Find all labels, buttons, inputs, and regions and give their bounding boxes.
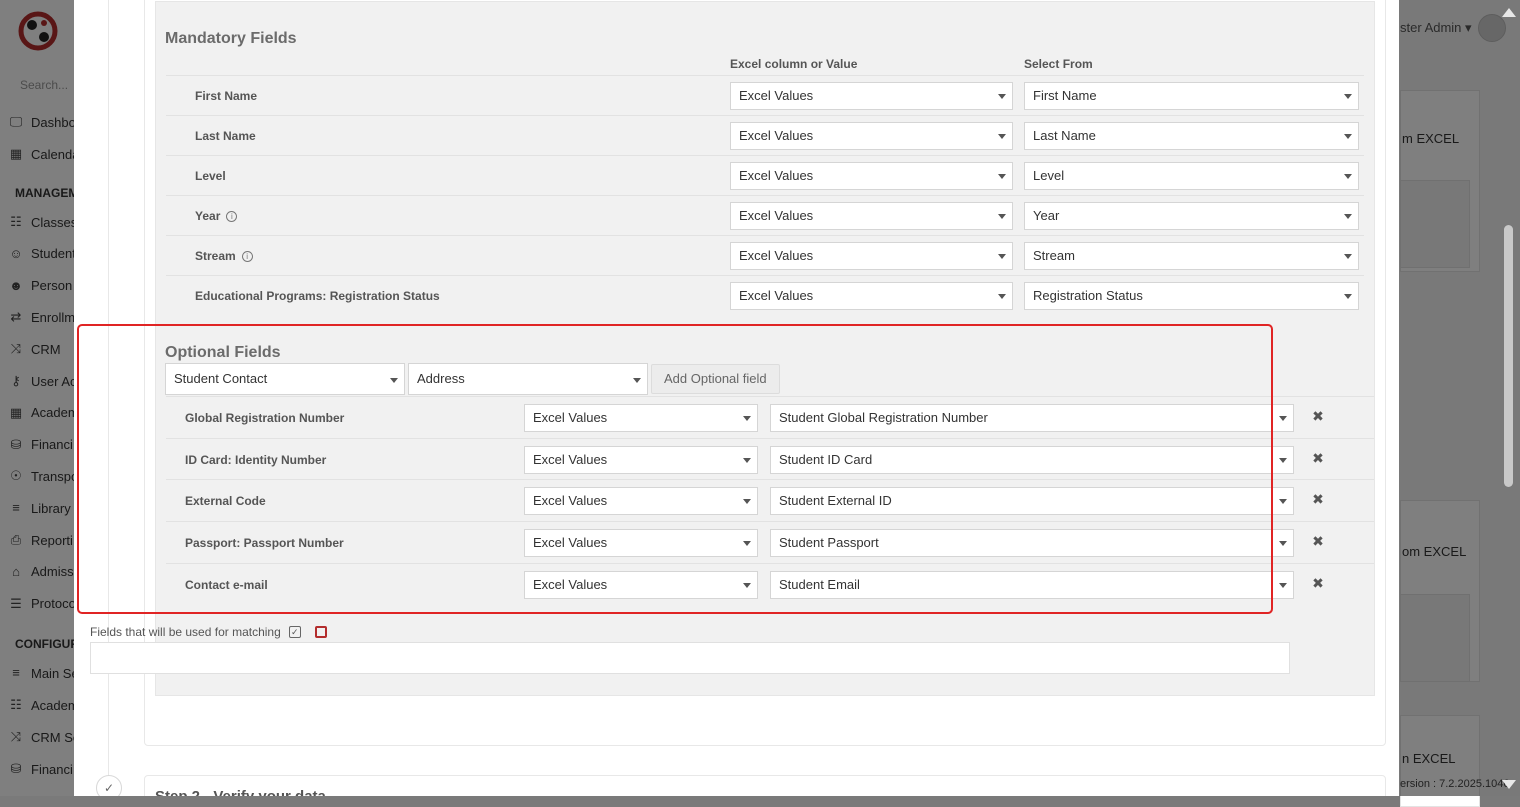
chevron-down-icon: [1279, 582, 1287, 588]
scroll-up-arrow-icon[interactable]: [1502, 8, 1516, 17]
mandatory-field-label: First Name: [195, 76, 257, 116]
info-icon[interactable]: i: [226, 211, 238, 223]
remove-field-icon[interactable]: ✖: [1311, 533, 1325, 550]
chevron-down-icon: [998, 254, 1006, 259]
source-value: Excel Values: [739, 208, 814, 223]
chevron-down-icon: [1344, 214, 1352, 219]
target-value: Last Name: [1033, 128, 1096, 143]
field-name: Educational Programs: Registration Statu…: [195, 289, 440, 303]
mandatory-field-row: Educational Programs: Registration Statu…: [166, 275, 1364, 316]
field-name: Last Name: [195, 129, 256, 143]
chevron-down-icon: [998, 94, 1006, 99]
source-value: Excel Values: [739, 88, 814, 103]
mandatory-field-row: First Name Excel Values First Name: [166, 75, 1364, 116]
chevron-down-icon: [1344, 294, 1352, 299]
column-header-value: Excel column or Value: [730, 57, 858, 71]
chevron-down-icon: [1279, 499, 1287, 505]
target-value: Level: [1033, 168, 1065, 183]
source-select[interactable]: Excel Values: [730, 282, 1013, 310]
mandatory-field-label: Last Name: [195, 116, 256, 156]
matching-fields-label: Fields that will be used for matching ✓: [90, 625, 327, 639]
chevron-down-icon: [998, 214, 1006, 219]
source-value: Excel Values: [739, 168, 814, 183]
mandatory-field-row: Last Name Excel Values Last Name: [166, 115, 1364, 156]
field-name: Stream: [195, 249, 236, 263]
remove-field-icon[interactable]: ✖: [1311, 491, 1325, 508]
scrollbar-thumb[interactable]: [1504, 225, 1513, 487]
mandatory-field-row: Level Excel Values Level: [166, 155, 1364, 196]
mandatory-field-label: Year i: [195, 196, 238, 236]
mandatory-fields-title: Mandatory Fields: [165, 30, 297, 47]
target-value: Registration Status: [1033, 288, 1143, 303]
chevron-down-icon: [1279, 541, 1287, 547]
remove-field-icon[interactable]: ✖: [1311, 408, 1325, 425]
field-name: Year: [195, 209, 221, 223]
scroll-down-arrow-icon[interactable]: [1502, 780, 1516, 789]
remove-field-icon[interactable]: ✖: [1311, 450, 1325, 467]
source-select[interactable]: Excel Values: [730, 202, 1013, 230]
source-value: Excel Values: [739, 128, 814, 143]
uncheck-all-icon[interactable]: [314, 626, 327, 638]
chevron-down-icon: [1279, 457, 1287, 463]
source-value: Excel Values: [739, 248, 814, 263]
target-select[interactable]: Last Name: [1024, 122, 1359, 150]
column-header-select: Select From: [1024, 57, 1093, 71]
target-select[interactable]: Level: [1024, 162, 1359, 190]
mandatory-field-label: Stream i: [195, 236, 253, 276]
chevron-down-icon: [1344, 94, 1352, 99]
source-select[interactable]: Excel Values: [730, 242, 1013, 270]
matching-fields-text: Fields that will be used for matching: [90, 625, 281, 639]
source-select[interactable]: Excel Values: [730, 82, 1013, 110]
matching-fields-box[interactable]: [90, 642, 1290, 674]
step-check-icon: ✓: [96, 775, 122, 796]
target-select[interactable]: Stream: [1024, 242, 1359, 270]
target-select[interactable]: First Name: [1024, 82, 1359, 110]
source-value: Excel Values: [739, 288, 814, 303]
target-select[interactable]: Year: [1024, 202, 1359, 230]
chevron-down-icon: [1279, 416, 1287, 421]
remove-field-icon[interactable]: ✖: [1311, 575, 1325, 592]
source-select[interactable]: Excel Values: [730, 162, 1013, 190]
optional-fields-highlight: [77, 324, 1273, 614]
check-all-icon[interactable]: ✓: [288, 626, 301, 638]
mandatory-field-row: Year i Excel Values Year: [166, 195, 1364, 236]
step-2-card: Step 2 - Verify your data: [144, 775, 1386, 796]
source-select[interactable]: Excel Values: [730, 122, 1013, 150]
chevron-down-icon: [998, 174, 1006, 179]
field-name: Level: [195, 169, 226, 183]
target-value: Stream: [1033, 248, 1075, 263]
chevron-down-icon: [1344, 254, 1352, 259]
target-select[interactable]: Registration Status: [1024, 282, 1359, 310]
mandatory-field-label: Level: [195, 156, 226, 196]
mandatory-field-label: Educational Programs: Registration Statu…: [195, 276, 440, 316]
target-value: First Name: [1033, 88, 1097, 103]
info-icon[interactable]: i: [241, 251, 253, 263]
step-2-title: Step 2 - Verify your data: [155, 788, 326, 796]
field-name: First Name: [195, 89, 258, 103]
target-value: Year: [1033, 208, 1060, 223]
chevron-down-icon: [998, 294, 1006, 299]
chevron-down-icon: [1344, 174, 1352, 179]
mandatory-field-row: Stream i Excel Values Stream: [166, 235, 1364, 276]
chevron-down-icon: [1344, 134, 1352, 139]
chevron-down-icon: [998, 134, 1006, 139]
